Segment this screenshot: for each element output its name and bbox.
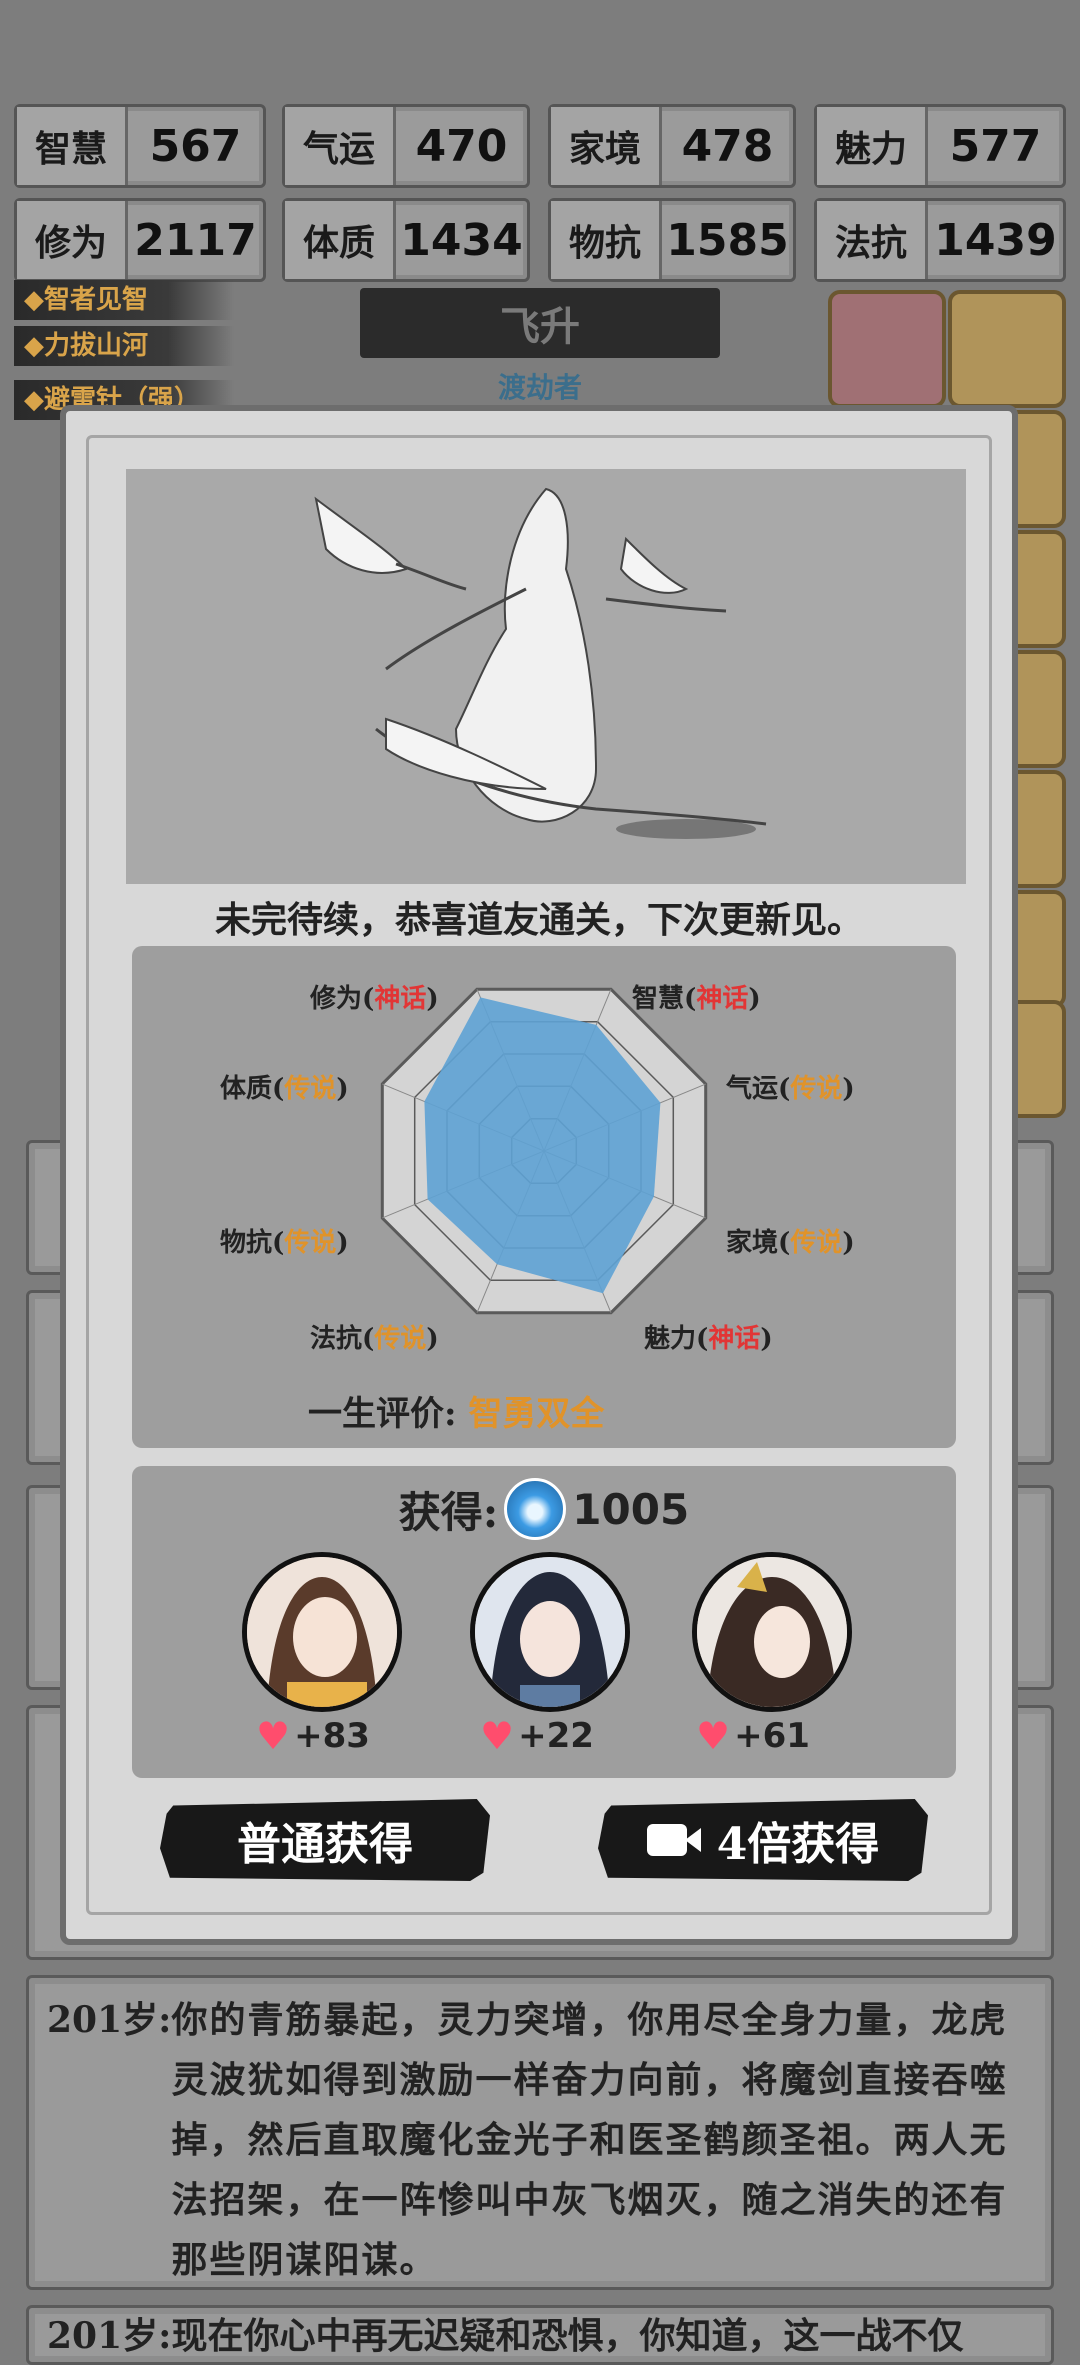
stat-label: 智慧 — [17, 107, 128, 185]
item-slot[interactable] — [828, 290, 946, 408]
companion-portrait-icon — [247, 1557, 397, 1707]
completion-message: 未完待续，恭喜道友通关，下次更新见。 — [214, 899, 863, 941]
radar-label-phys-resist: 物抗(传说) — [220, 1228, 349, 1258]
stat-value: 567 — [149, 120, 242, 172]
radar-label-luck: 气运(传说) — [726, 1074, 855, 1104]
stat-family: 家境 478 — [548, 104, 796, 188]
stat-label: 法抗 — [817, 201, 928, 279]
radar-label-constitution: 体质(传说) — [220, 1074, 349, 1104]
stat-phys-resist: 物抗 1585 — [548, 198, 796, 282]
talent-tag[interactable]: ◆智者见智 — [14, 280, 234, 320]
favor-value: +83 — [294, 1716, 370, 1756]
avatar-companion-1[interactable] — [242, 1552, 402, 1712]
attribute-radar-chart — [380, 987, 708, 1315]
radar-label-wisdom: 智慧(神话) — [632, 984, 761, 1014]
stat-magic-resist: 法抗 1439 — [814, 198, 1066, 282]
favor-row: ♥ +61 — [696, 1714, 810, 1758]
stat-wisdom: 智慧 567 — [14, 104, 266, 188]
stat-value: 2117 — [134, 214, 257, 266]
stat-value: 478 — [681, 120, 774, 172]
talent-tag-label: 力拔山河 — [44, 331, 149, 361]
talent-tag[interactable]: ◆力拔山河 — [14, 326, 234, 366]
evaluation-label: 一生评价: — [308, 1394, 457, 1434]
log-text: 现在你心中再无迟疑和恐惧，你知道，这一战不仅 — [171, 2315, 964, 2357]
heart-icon: ♥ — [696, 1714, 731, 1758]
log-age: 201岁: — [47, 1999, 172, 2041]
stat-cultivation: 修为 2117 — [14, 198, 266, 282]
ascension-dialog: 未完待续，恭喜道友通关，下次更新见。 修为(神话) 智慧(神话) 气运(传说) … — [60, 405, 1018, 1945]
quadruple-claim-button[interactable]: 4倍获得 — [598, 1799, 928, 1881]
log-entry: 201岁: 你的青筋暴起，灵力突增，你用尽全身力量，龙虎灵波犹如得到激励一样奋力… — [26, 1975, 1054, 2290]
heart-icon: ♥ — [256, 1714, 291, 1758]
normal-claim-button[interactable]: 普通获得 — [160, 1799, 490, 1881]
stat-luck: 气运 470 — [282, 104, 530, 188]
avatar-companion-2[interactable] — [470, 1552, 630, 1712]
spirit-flame-icon — [504, 1478, 567, 1540]
item-slot[interactable] — [948, 290, 1066, 408]
talent-tag-label: 智者见智 — [44, 285, 149, 315]
reward-summary: 获得: 1005 — [132, 1478, 956, 1540]
life-evaluation: 一生评价: 智勇双全 — [308, 1386, 604, 1435]
favor-value: +22 — [518, 1716, 594, 1756]
stat-value: 577 — [949, 120, 1042, 172]
stage-title: 飞升 — [500, 303, 580, 350]
log-entry: 201岁:现在你心中再无迟疑和恐惧，你知道，这一战不仅 — [26, 2305, 1054, 2365]
companion-portrait-icon — [697, 1557, 847, 1707]
stat-constitution: 体质 1434 — [282, 198, 530, 282]
favor-row: ♥ +83 — [256, 1714, 370, 1758]
reward-amount: 1005 — [572, 1484, 690, 1534]
quadruple-claim-label: 4倍获得 — [716, 1819, 880, 1870]
reward-card: 获得: 1005 ♥ +83 ♥ +22 ♥ +61 — [132, 1466, 956, 1778]
radar-label-charm: 魅力(神话) — [644, 1324, 773, 1354]
immortal-cranes-image — [126, 469, 966, 884]
stat-label: 修为 — [17, 201, 128, 279]
favor-row: ♥ +22 — [480, 1714, 594, 1758]
stat-charm: 魅力 577 — [814, 104, 1066, 188]
attribute-radar-card: 修为(神话) 智慧(神话) 气运(传说) 家境(传说) 魅力(神话) 法抗(传说… — [132, 946, 956, 1448]
stat-value: 1434 — [400, 214, 523, 266]
radar-label-magic-resist: 法抗(传说) — [310, 1324, 439, 1354]
reward-label: 获得: — [398, 1487, 499, 1537]
normal-claim-label: 普通获得 — [237, 1819, 413, 1870]
radar-label-family: 家境(传说) — [726, 1228, 855, 1258]
stat-label: 魅力 — [817, 107, 928, 185]
ascension-illustration — [126, 469, 966, 884]
stat-label: 气运 — [285, 107, 396, 185]
stat-label: 物抗 — [551, 201, 662, 279]
evaluation-value: 智勇双全 — [468, 1394, 605, 1434]
stat-value: 1439 — [934, 214, 1057, 266]
companion-portrait-icon — [475, 1557, 625, 1707]
log-text: 你的青筋暴起，灵力突增，你用尽全身力量，龙虎灵波犹如得到激励一样奋力向前，将魔剑… — [171, 1999, 1008, 2281]
avatar-companion-3[interactable] — [692, 1552, 852, 1712]
stage-subtitle: 渡劫者 — [497, 371, 582, 404]
stat-value: 1585 — [666, 214, 789, 266]
heart-icon: ♥ — [480, 1714, 515, 1758]
favor-value: +61 — [734, 1716, 810, 1756]
stat-value: 470 — [415, 120, 508, 172]
stage-banner: 飞升 — [360, 288, 720, 358]
radar-label-cultivation: 修为(神话) — [310, 984, 439, 1014]
stat-label: 体质 — [285, 201, 396, 279]
video-camera-icon — [646, 1824, 701, 1856]
stat-label: 家境 — [551, 107, 662, 185]
log-age: 201岁: — [47, 2315, 172, 2357]
